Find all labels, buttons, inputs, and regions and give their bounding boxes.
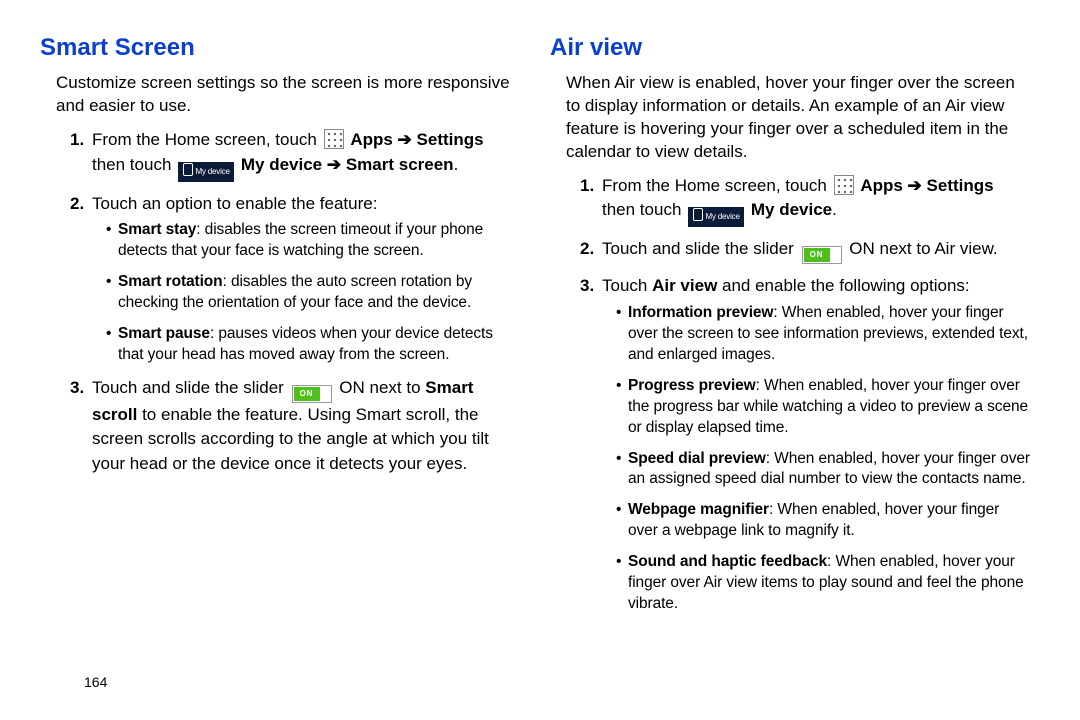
page-number: 164 — [84, 674, 107, 690]
option-progress-preview: Progress preview: When enabled, hover yo… — [616, 376, 1030, 439]
text: Touch and slide the slider — [92, 378, 289, 397]
options-list: Smart stay: disables the screen timeout … — [92, 220, 520, 366]
left-column: Smart Screen Customize screen settings s… — [40, 34, 550, 710]
option-info-preview: Information preview: When enabled, hover… — [616, 303, 1030, 366]
options-list: Information preview: When enabled, hover… — [602, 303, 1030, 615]
arrow-icon: ➔ — [322, 155, 346, 174]
text: to enable the feature. Using Smart scrol… — [92, 405, 489, 473]
text: Touch an option to enable the feature: — [92, 194, 377, 213]
apps-grid-icon — [324, 129, 344, 149]
option-sound-haptic: Sound and haptic feedback: When enabled,… — [616, 552, 1030, 615]
text: Touch and slide the slider — [602, 239, 799, 258]
text: Touch — [602, 276, 652, 295]
text: ON next to — [339, 378, 425, 397]
arrow-icon: ➔ — [903, 176, 927, 195]
option-smart-pause: Smart pause: pauses videos when your dev… — [106, 324, 520, 366]
option-smart-stay: Smart stay: disables the screen timeout … — [106, 220, 520, 262]
intro-text: Customize screen settings so the screen … — [56, 72, 520, 118]
text: ON next to Air view. — [849, 239, 997, 258]
step-1: 1. From the Home screen, touch Apps ➔ Se… — [74, 128, 520, 182]
on-slider-icon: ON — [802, 246, 842, 264]
my-device-icon: My device — [688, 207, 744, 227]
text: From the Home screen, touch — [92, 130, 322, 149]
label-settings: Settings — [927, 176, 994, 195]
label-smart-screen: Smart screen — [346, 155, 454, 174]
step-2: 2. Touch and slide the slider ON ON next… — [584, 237, 1030, 264]
text: then touch — [92, 155, 176, 174]
on-slider-icon: ON — [292, 385, 332, 403]
step-3: 3. Touch and slide the slider ON ON next… — [74, 376, 520, 477]
apps-grid-icon — [834, 175, 854, 195]
right-column: Air view When Air view is enabled, hover… — [550, 34, 1060, 710]
text: then touch — [602, 200, 686, 219]
steps-list: 1. From the Home screen, touch Apps ➔ Se… — [550, 174, 1030, 615]
heading-smart-screen: Smart Screen — [40, 34, 520, 62]
label-my-device: My device — [751, 200, 832, 219]
label-settings: Settings — [417, 130, 484, 149]
label-my-device: My device — [241, 155, 322, 174]
step-3: 3. Touch Air view and enable the followi… — [584, 274, 1030, 615]
arrow-icon: ➔ — [393, 130, 417, 149]
text: From the Home screen, touch — [602, 176, 832, 195]
label-air-view: Air view — [652, 276, 717, 295]
steps-list: 1. From the Home screen, touch Apps ➔ Se… — [40, 128, 520, 477]
step-1: 1. From the Home screen, touch Apps ➔ Se… — [584, 174, 1030, 228]
step-2: 2. Touch an option to enable the feature… — [74, 192, 520, 366]
option-speed-dial-preview: Speed dial preview: When enabled, hover … — [616, 449, 1030, 491]
intro-text: When Air view is enabled, hover your fin… — [566, 72, 1030, 164]
my-device-icon: My device — [178, 162, 234, 182]
label-apps: Apps — [350, 130, 393, 149]
option-webpage-magnifier: Webpage magnifier: When enabled, hover y… — [616, 500, 1030, 542]
manual-page: Smart Screen Customize screen settings s… — [0, 0, 1080, 720]
text: and enable the following options: — [717, 276, 969, 295]
option-smart-rotation: Smart rotation: disables the auto screen… — [106, 272, 520, 314]
heading-air-view: Air view — [550, 34, 1030, 62]
label-apps: Apps — [860, 176, 903, 195]
